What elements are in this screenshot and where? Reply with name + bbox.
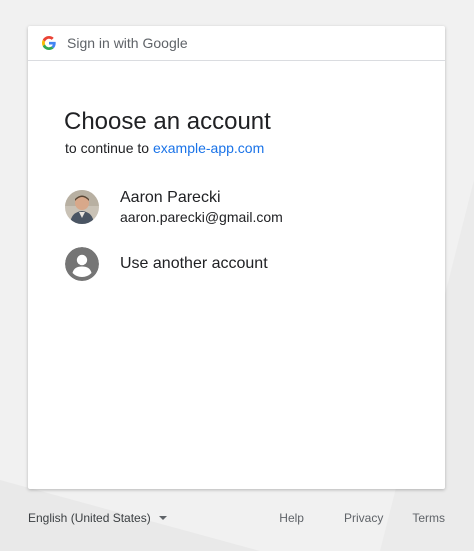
account-item-aaron[interactable]: Aaron Parecki aaron.parecki@gmail.com <box>65 187 425 227</box>
page-title: Choose an account <box>64 108 271 135</box>
subtitle: to continue to example-app.com <box>65 140 264 156</box>
language-label: English (United States) <box>28 511 151 525</box>
card-header: Sign in with Google <box>28 26 445 61</box>
account-text: Aaron Parecki aaron.parecki@gmail.com <box>120 188 283 226</box>
account-chooser-card: Sign in with Google Choose an account to… <box>28 26 445 489</box>
profile-photo <box>65 190 99 224</box>
account-email: aaron.parecki@gmail.com <box>120 209 283 225</box>
account-name: Aaron Parecki <box>120 189 221 206</box>
header-title: Sign in with Google <box>67 35 188 51</box>
footer: English (United States) Help Privacy Ter… <box>28 508 445 528</box>
app-link[interactable]: example-app.com <box>153 140 264 156</box>
avatar <box>65 190 99 224</box>
use-another-account-button[interactable]: Use another account <box>65 244 425 284</box>
generic-user-icon <box>65 247 99 281</box>
footer-links: Help Privacy Terms <box>279 511 445 525</box>
chevron-down-icon <box>158 516 167 520</box>
privacy-link[interactable]: Privacy <box>344 511 383 525</box>
help-link[interactable]: Help <box>279 511 304 525</box>
language-selector[interactable]: English (United States) <box>28 511 167 525</box>
account-text: Use another account <box>120 254 268 274</box>
google-g-icon <box>42 36 56 50</box>
use-another-account-label: Use another account <box>120 255 268 272</box>
terms-link[interactable]: Terms <box>412 511 445 525</box>
subtitle-prefix: to continue to <box>65 140 153 156</box>
